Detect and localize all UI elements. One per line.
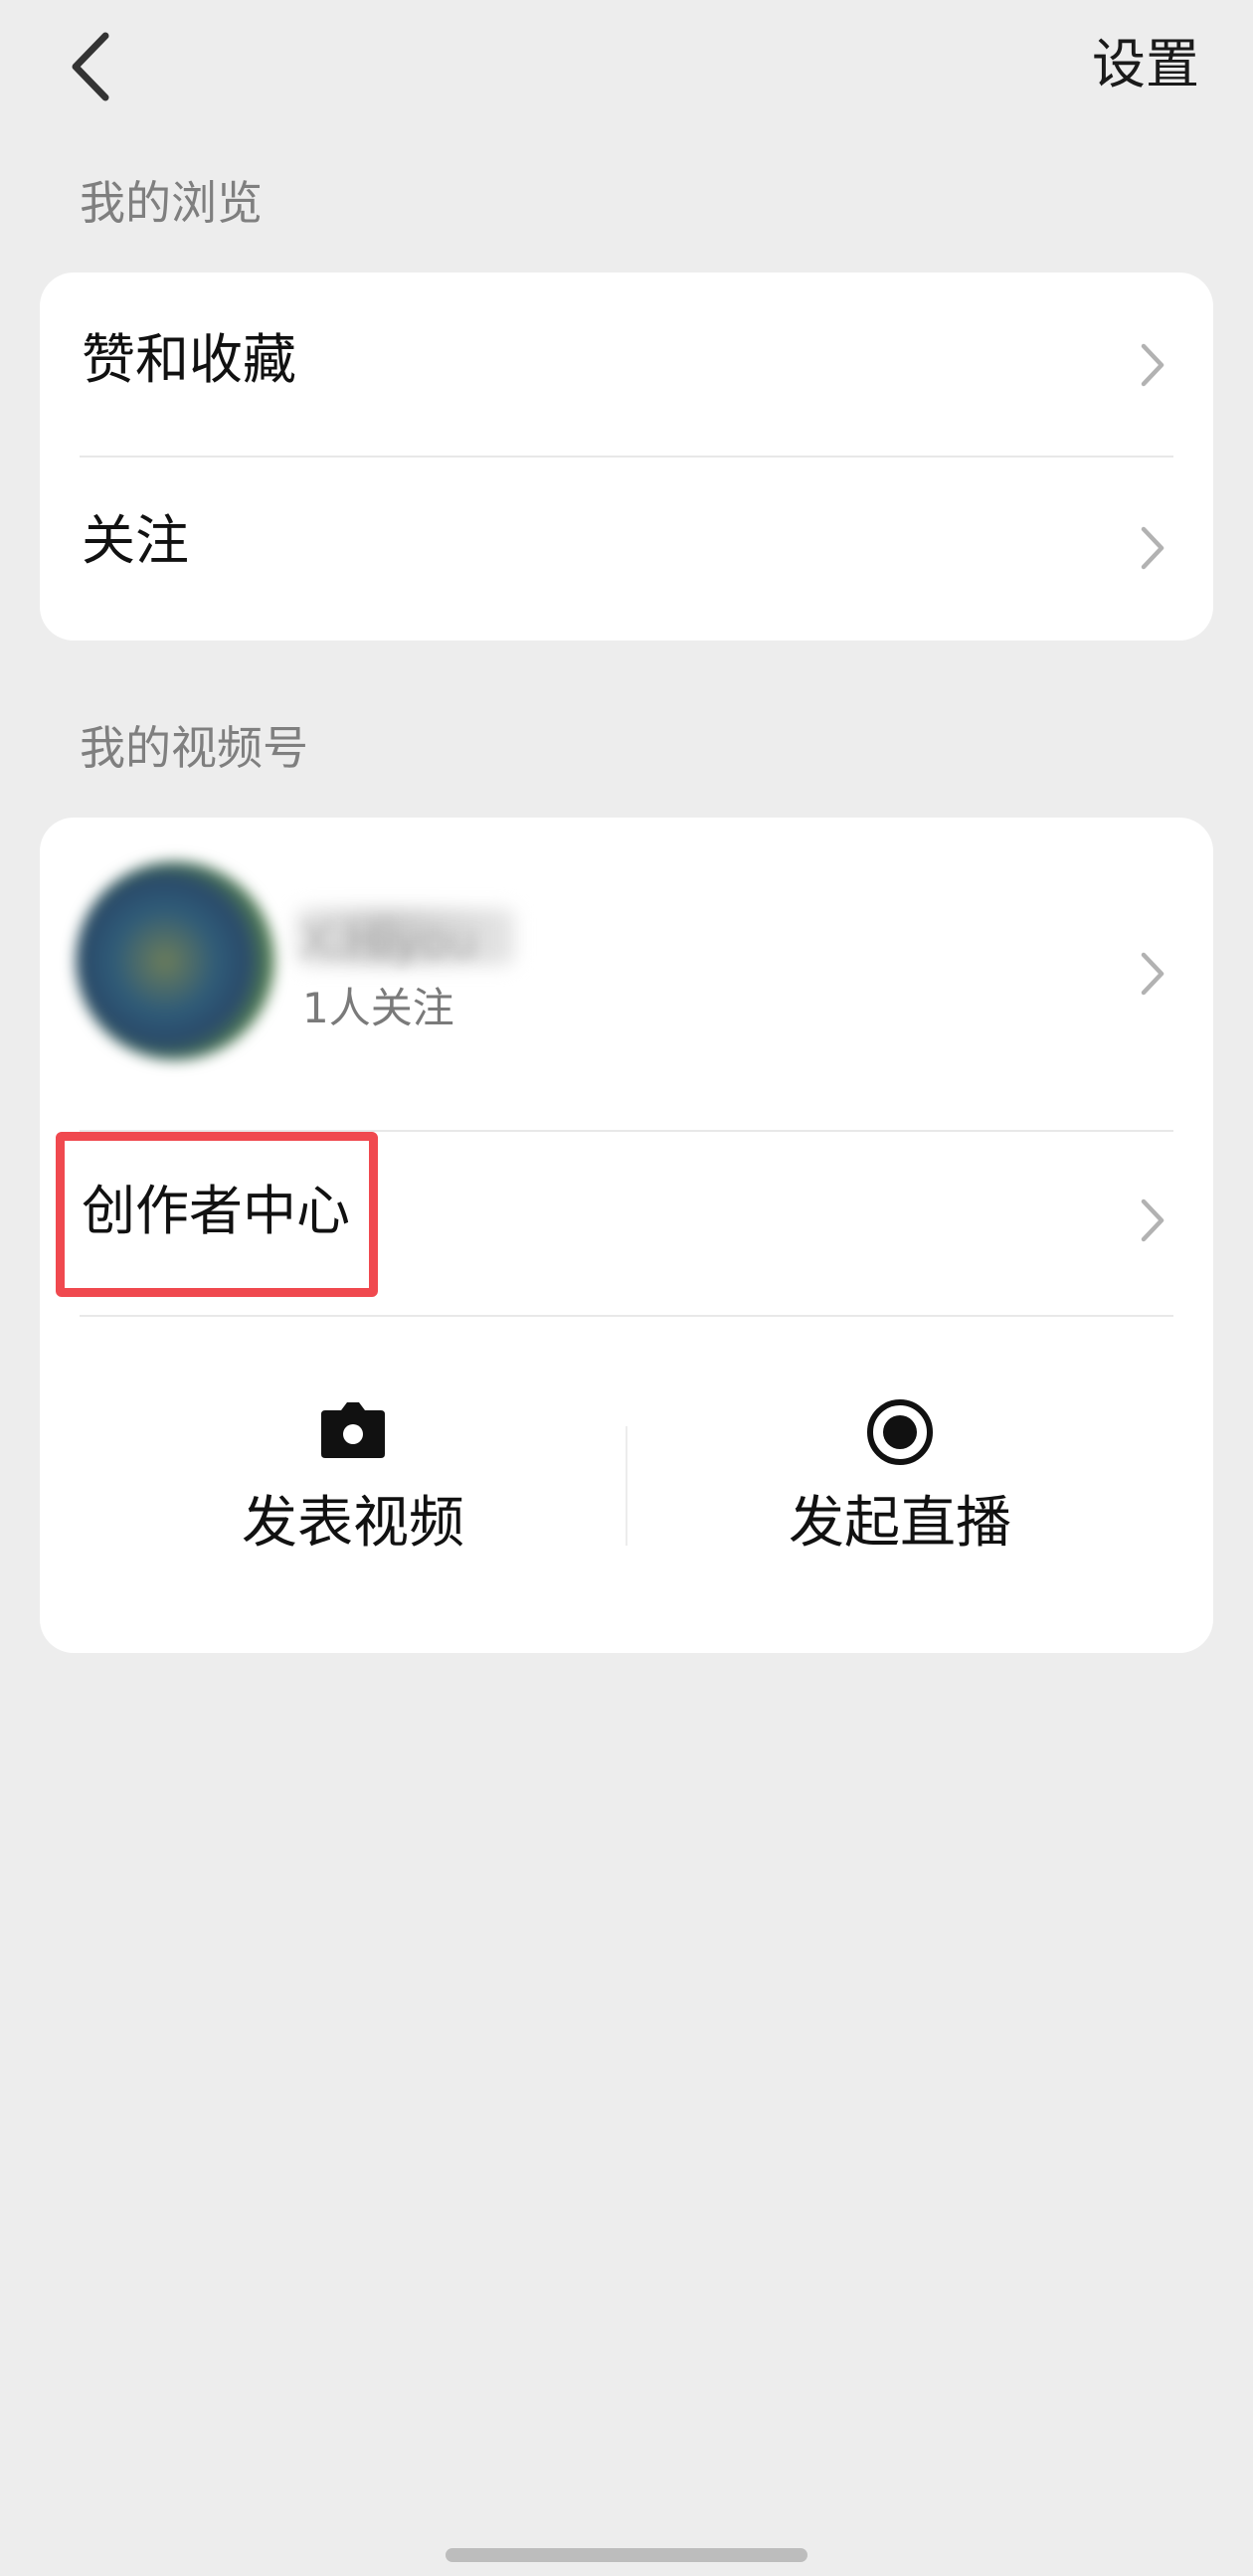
profile-name: X.Hiyou [300, 914, 478, 968]
chevron-right-icon [1141, 1198, 1164, 1242]
actions-bar: 发表视频 发起直播 [40, 1317, 1213, 1653]
likes-favorites-row[interactable]: 赞和收藏 [40, 273, 1213, 456]
following-row[interactable]: 关注 [40, 458, 1213, 641]
section-title-browse: 我的浏览 [80, 176, 263, 230]
chevron-right-icon [1141, 526, 1164, 570]
home-indicator[interactable] [446, 2548, 807, 2562]
chevron-right-icon [1141, 952, 1164, 996]
post-video-label: 发表视频 [242, 1491, 464, 1556]
following-label: 关注 [82, 509, 189, 572]
back-arrow-icon [72, 32, 109, 101]
section-title-channels: 我的视频号 [80, 721, 308, 775]
follower-count: 1人关注 [302, 984, 454, 1032]
avatar [76, 861, 274, 1060]
settings-link[interactable]: 设置 [1092, 30, 1199, 99]
chevron-right-icon [1141, 343, 1164, 387]
start-live-button[interactable]: 发起直播 [626, 1317, 1173, 1645]
likes-favorites-label: 赞和收藏 [82, 328, 296, 391]
creator-center-label: 创作者中心 [82, 1180, 350, 1242]
creator-center-row[interactable]: 创作者中心 [40, 1132, 1213, 1315]
post-video-button[interactable]: 发表视频 [80, 1317, 626, 1645]
camera-icon [321, 1402, 385, 1458]
start-live-label: 发起直播 [789, 1491, 1011, 1556]
live-record-icon [867, 1399, 933, 1465]
back-button[interactable] [62, 22, 151, 111]
top-bar: 设置 [0, 0, 1253, 139]
channels-card: X.Hiyou 1人关注 创作者中心 发表视频 发起直播 [40, 818, 1213, 1653]
channel-profile-row[interactable]: X.Hiyou 1人关注 [40, 818, 1213, 1130]
browse-card: 赞和收藏 关注 [40, 273, 1213, 641]
